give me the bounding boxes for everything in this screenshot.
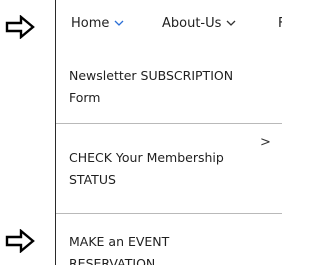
menu-divider <box>56 213 282 214</box>
nav-item-truncated-label: F <box>278 16 282 31</box>
nav-about-us-label: About-Us <box>162 16 222 31</box>
menu-divider <box>56 123 282 124</box>
nav-item-truncated[interactable]: F <box>278 16 282 32</box>
nav-about-us[interactable]: About-Us <box>162 16 236 32</box>
menu-item-label: MAKE an EVENT RESERVATION <box>69 234 170 265</box>
pointer-arrow-icon <box>5 15 35 39</box>
nav-home[interactable]: Home <box>71 16 124 32</box>
menu-item-label: Newsletter SUBSCRIPTION Form <box>69 68 234 105</box>
navigation-menu: Home About-Us F Newsletter SUBSCRIPTION … <box>55 0 282 265</box>
top-nav-bar: Home About-Us F <box>56 0 282 48</box>
menu-item-label: CHECK Your Membership STATUS <box>69 150 224 187</box>
menu-item-event-reservation[interactable]: MAKE an EVENT RESERVATION <box>69 231 259 265</box>
nav-home-label: Home <box>71 16 110 31</box>
page: Home About-Us F Newsletter SUBSCRIPTION … <box>0 0 282 265</box>
submenu-arrow-icon: > <box>260 135 271 150</box>
chevron-down-icon <box>226 20 236 26</box>
chevron-down-icon <box>114 20 124 26</box>
menu-item-check-membership[interactable]: CHECK Your Membership STATUS <box>69 147 259 191</box>
menu-item-newsletter-subscription[interactable]: Newsletter SUBSCRIPTION Form <box>69 65 259 109</box>
pointer-arrow-icon <box>5 229 35 253</box>
